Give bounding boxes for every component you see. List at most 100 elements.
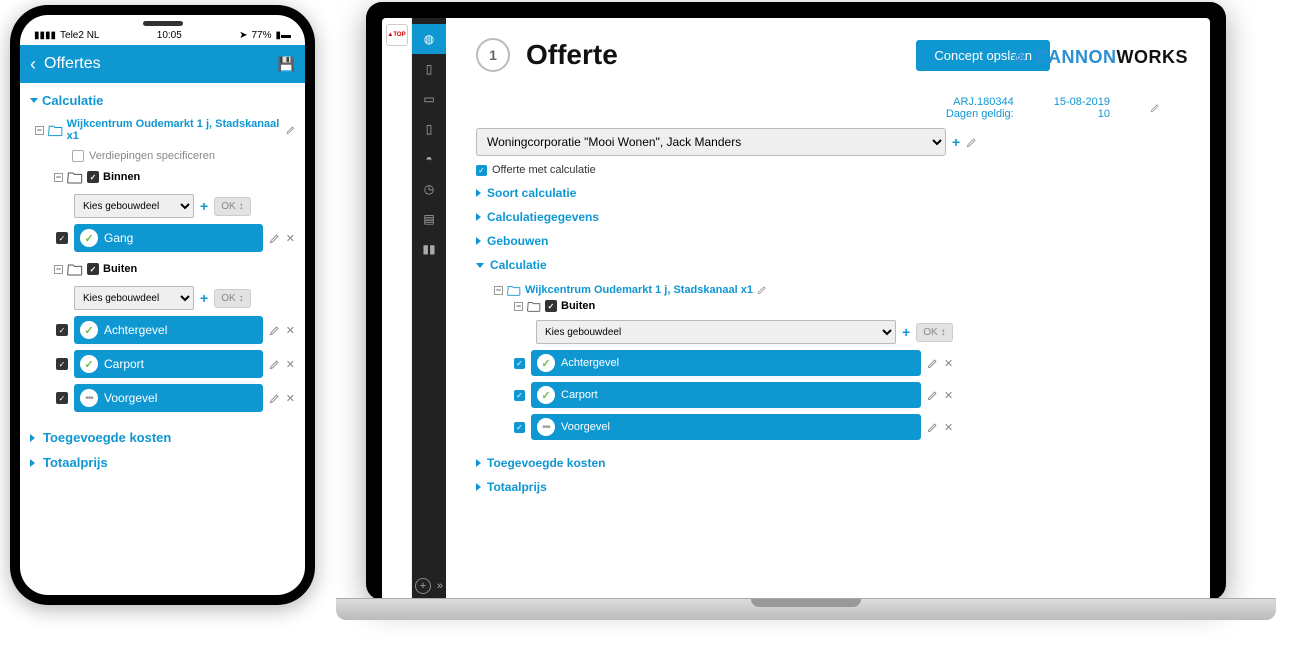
expand-icon[interactable]: » <box>437 580 443 592</box>
pencil-icon[interactable] <box>927 422 938 433</box>
save-icon[interactable]: 💾 <box>278 56 295 73</box>
section-calculatiegegevens[interactable]: Calculatiegegevens <box>476 210 1180 224</box>
add-button[interactable]: + <box>952 134 960 150</box>
tree-collapse-icon[interactable]: − <box>494 286 503 295</box>
nav-card-icon[interactable]: ▭ <box>412 84 446 114</box>
folder-icon <box>527 300 541 312</box>
pencil-icon[interactable] <box>286 125 295 135</box>
project-folder[interactable]: − Wijkcentrum Oudemarkt 1 j, Stadskanaal… <box>35 114 295 146</box>
main-content: ⊚ CANNONWORKS 1 Offerte Concept opslaan … <box>446 18 1210 600</box>
close-icon[interactable]: ✕ <box>944 357 953 370</box>
tree-collapse-icon[interactable]: − <box>54 173 63 182</box>
folder-binnen[interactable]: − ✓ Binnen <box>54 166 295 188</box>
section-toegevoegde-kosten[interactable]: Toegevoegde kosten <box>30 430 295 445</box>
folder-icon <box>507 284 521 296</box>
close-icon[interactable]: ✕ <box>286 392 295 405</box>
header-title: Offertes <box>44 55 278 73</box>
nav-briefcase-icon[interactable]: ▯ <box>412 54 446 84</box>
nav-clock-icon[interactable]: ◷ <box>412 174 446 204</box>
close-icon[interactable]: ✕ <box>944 421 953 434</box>
item-achtergevel[interactable]: ✓ Achtergevel <box>74 316 263 344</box>
add-icon[interactable]: + <box>415 578 431 594</box>
list-item: ✓ ✓ Carport ✕ <box>536 382 1180 408</box>
ok-button[interactable]: OK↕ <box>214 197 250 216</box>
app-header: ‹ Offertes 💾 <box>20 45 305 83</box>
item-gang[interactable]: ✓ Gang <box>74 224 263 252</box>
clock: 10:05 <box>157 30 182 41</box>
item-voorgevel[interactable]: ••• Voorgevel <box>531 414 921 440</box>
battery-label: 77% <box>251 30 271 41</box>
folder-buiten[interactable]: − ✓ Buiten <box>514 298 1180 314</box>
close-icon[interactable]: ✕ <box>944 389 953 402</box>
list-item: ✓ ✓ Carport ✕ <box>74 350 295 378</box>
tree-collapse-icon[interactable]: − <box>35 126 44 135</box>
ok-button[interactable]: OK↕ <box>214 289 250 308</box>
check-icon[interactable]: ✓ <box>56 358 68 370</box>
list-item: ✓ ••• Voorgevel ✕ <box>74 384 295 412</box>
check-icon[interactable]: ✓ <box>514 358 525 369</box>
select-gebouwdeel[interactable]: Kies gebouwdeel <box>536 320 896 344</box>
section-totaalprijs[interactable]: Totaalprijs <box>476 480 1180 494</box>
project-folder[interactable]: − Wijkcentrum Oudemarkt 1 j, Stadskanaal… <box>494 282 1180 298</box>
close-icon[interactable]: ✕ <box>286 232 295 245</box>
check-icon[interactable]: ✓ <box>56 324 68 336</box>
folder-icon <box>67 262 83 276</box>
floors-label: Verdiepingen specificeren <box>89 150 215 162</box>
close-icon[interactable]: ✕ <box>286 358 295 371</box>
floors-checkbox-row[interactable]: Verdiepingen specificeren <box>72 146 295 166</box>
section-gebouwen[interactable]: Gebouwen <box>476 234 1180 248</box>
nav-drive-icon[interactable]: ◓ <box>412 144 446 174</box>
item-achtergevel[interactable]: ✓ Achtergevel <box>531 350 921 376</box>
step-indicator: 1 <box>476 38 510 72</box>
pencil-icon[interactable] <box>269 233 280 244</box>
section-calculatie[interactable]: Calculatie <box>30 93 295 108</box>
pencil-icon[interactable] <box>269 359 280 370</box>
add-button[interactable]: + <box>200 290 208 306</box>
close-icon[interactable]: ✕ <box>286 324 295 337</box>
check-icon: ✓ <box>545 300 557 312</box>
select-gebouwdeel-buiten[interactable]: Kies gebouwdeel <box>74 286 194 310</box>
contact-select[interactable]: Woningcorporatie "Mooi Wonen", Jack Mand… <box>476 128 946 156</box>
check-icon[interactable]: ✓ <box>56 392 68 404</box>
ok-button[interactable]: OK↕ <box>916 323 952 342</box>
select-gebouwdeel-binnen[interactable]: Kies gebouwdeel <box>74 194 194 218</box>
folder-icon <box>67 170 83 184</box>
check-icon[interactable]: ✓ <box>56 232 68 244</box>
nav-book-icon[interactable]: ▤ <box>412 204 446 234</box>
pencil-icon[interactable] <box>927 390 938 401</box>
checkbox-icon[interactable] <box>72 150 84 162</box>
add-button[interactable]: + <box>200 198 208 214</box>
section-calculatie[interactable]: Calculatie <box>476 258 1180 272</box>
reference-label: ARJ.180344 <box>946 96 1014 108</box>
section-soort-calculatie[interactable]: Soort calculatie <box>476 186 1180 200</box>
section-toegevoegde-kosten[interactable]: Toegevoegde kosten <box>476 456 1180 470</box>
pencil-icon[interactable] <box>927 358 938 369</box>
battery-icon: ▮▬ <box>275 30 291 41</box>
pencil-icon[interactable] <box>269 393 280 404</box>
folder-buiten[interactable]: − ✓ Buiten <box>54 258 295 280</box>
tree-collapse-icon[interactable]: − <box>514 302 523 311</box>
list-item: ✓ ✓ Gang ✕ <box>74 224 295 252</box>
mini-sidebar: ▲TOP <box>382 18 412 600</box>
tree-collapse-icon[interactable]: − <box>54 265 63 274</box>
item-carport[interactable]: ✓ Carport <box>74 350 263 378</box>
check-icon: ✓ <box>87 171 99 183</box>
checkbox-icon[interactable]: ✓ <box>476 165 487 176</box>
nav-chart-icon[interactable]: ▮▮ <box>412 234 446 264</box>
pencil-icon[interactable] <box>269 325 280 336</box>
check-icon[interactable]: ✓ <box>514 422 525 433</box>
add-button[interactable]: + <box>902 324 910 340</box>
item-voorgevel[interactable]: ••• Voorgevel <box>74 384 263 412</box>
back-icon[interactable]: ‹ <box>30 54 36 75</box>
pencil-icon[interactable] <box>757 285 767 295</box>
with-calc-checkbox[interactable]: ✓ Offerte met calculatie <box>476 164 1180 176</box>
item-carport[interactable]: ✓ Carport <box>531 382 921 408</box>
pencil-icon[interactable] <box>966 137 977 148</box>
check-icon[interactable]: ✓ <box>514 390 525 401</box>
section-totaalprijs[interactable]: Totaalprijs <box>30 455 295 470</box>
nav-document-icon[interactable]: ▯ <box>412 114 446 144</box>
meta-info: ARJ.180344 Dagen geldig: 15-08-2019 10 <box>476 96 1180 120</box>
app-logo[interactable]: ▲TOP <box>386 24 408 46</box>
nav-dashboard-icon[interactable]: ◍ <box>412 24 446 54</box>
pencil-icon[interactable] <box>1150 103 1160 113</box>
